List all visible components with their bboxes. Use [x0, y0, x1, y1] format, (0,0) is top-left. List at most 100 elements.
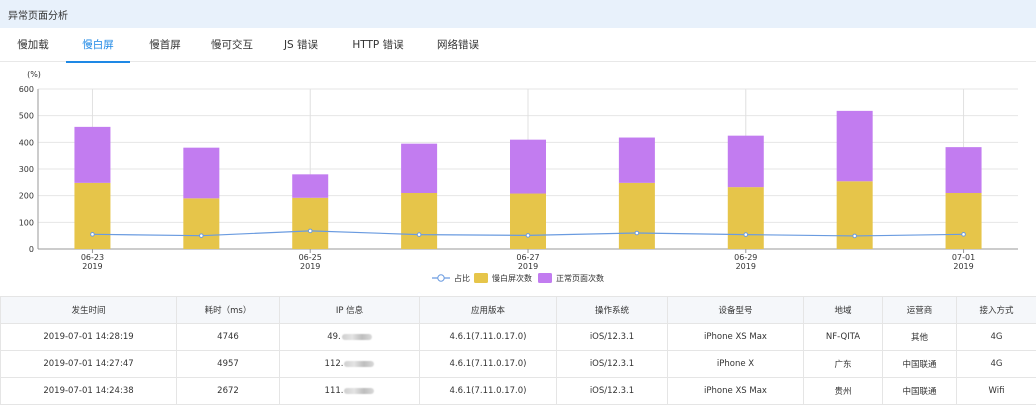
- y-tick-label: 0: [29, 245, 34, 254]
- col-header-device[interactable]: 设备型号: [668, 297, 804, 324]
- ip-prefix: 49.: [327, 332, 341, 342]
- x-tick-label: 06-27: [516, 253, 539, 262]
- bar-normal-page: [837, 111, 873, 181]
- col-header-time[interactable]: 发生时间: [1, 297, 177, 324]
- y-tick-label: 600: [19, 85, 34, 94]
- tab-slow-interactive[interactable]: 慢可交互: [200, 30, 264, 61]
- ratio-point: [417, 233, 421, 237]
- cell-time: 2019-07-01 14:27:47: [1, 351, 177, 378]
- col-header-ip[interactable]: IP 信息: [280, 297, 420, 324]
- bar-normal-page: [510, 140, 546, 194]
- tab-slow-first-screen[interactable]: 慢首屏: [138, 30, 192, 61]
- table-row[interactable]: 2019-07-01 14:27:47 4957 112. 4.6.1(7.11…: [1, 351, 1036, 378]
- bar-slow-white-screen: [292, 198, 328, 249]
- bar-normal-page: [74, 127, 110, 183]
- x-tick-label: 06-23: [81, 253, 104, 262]
- x-tick-year-label: 2019: [953, 262, 973, 271]
- bar-slow-white-screen: [183, 198, 219, 249]
- bar-slow-white-screen: [619, 183, 655, 249]
- cell-region: 广东: [804, 351, 883, 378]
- y-tick-label: 100: [19, 218, 34, 227]
- cell-time: 2019-07-01 14:28:19: [1, 324, 177, 351]
- cell-access: 4G: [957, 351, 1036, 378]
- cell-device: iPhone XS Max: [668, 378, 804, 405]
- ip-redacted: [344, 361, 374, 367]
- tab-slow-load[interactable]: 慢加载: [6, 30, 60, 61]
- bar-slow-white-screen: [728, 187, 764, 249]
- ratio-point: [308, 229, 312, 233]
- y-axis-unit-label: (%): [27, 70, 41, 79]
- cell-carrier: 其他: [883, 324, 957, 351]
- x-tick-label: 06-29: [734, 253, 757, 262]
- legend-swatch-slow: [474, 273, 488, 283]
- ip-redacted: [344, 388, 374, 394]
- bar-normal-page: [619, 138, 655, 183]
- bar-normal-page: [183, 148, 219, 199]
- bar-normal-page: [728, 136, 764, 187]
- legend-label-normal: 正常页面次数: [556, 273, 604, 283]
- table-row[interactable]: 2019-07-01 14:24:38 2672 111. 4.6.1(7.11…: [1, 378, 1036, 405]
- stacked-bar-chart: 0100200300400500600(%)06-23201906-252019…: [0, 62, 1036, 294]
- ratio-point: [853, 234, 857, 238]
- cell-device: iPhone X: [668, 351, 804, 378]
- tab-slow-white-screen[interactable]: 慢白屏: [66, 30, 130, 63]
- legend-ratio-marker: [438, 275, 444, 281]
- x-tick-year-label: 2019: [518, 262, 538, 271]
- ratio-point: [635, 231, 639, 235]
- ratio-point: [200, 234, 204, 238]
- cell-carrier: 中国联通: [883, 351, 957, 378]
- col-header-region[interactable]: 地域: [804, 297, 883, 324]
- cell-access: Wifi: [957, 378, 1036, 405]
- x-tick-label: 07-01: [952, 253, 975, 262]
- x-tick-year-label: 2019: [736, 262, 756, 271]
- ratio-point: [962, 233, 966, 237]
- legend-label-ratio: 占比: [454, 273, 470, 283]
- bar-slow-white-screen: [401, 193, 437, 249]
- x-tick-year-label: 2019: [82, 262, 102, 271]
- cell-os: iOS/12.3.1: [557, 324, 668, 351]
- ratio-point: [526, 234, 530, 238]
- ip-redacted: [342, 334, 372, 340]
- col-header-os[interactable]: 操作系统: [557, 297, 668, 324]
- tab-http-error[interactable]: HTTP 错误: [346, 30, 410, 61]
- ratio-point: [744, 233, 748, 237]
- tab-js-error[interactable]: JS 错误: [274, 30, 328, 61]
- bar-slow-white-screen: [946, 193, 982, 249]
- legend-swatch-normal: [538, 273, 552, 283]
- legend-label-slow: 慢白屏次数: [492, 273, 532, 283]
- ip-prefix: 111.: [325, 386, 344, 396]
- y-tick-label: 500: [19, 112, 34, 121]
- col-header-app-version[interactable]: 应用版本: [420, 297, 557, 324]
- tab-network-error[interactable]: 网络错误: [426, 30, 490, 61]
- bar-normal-page: [401, 144, 437, 193]
- cell-ip: 111.: [280, 378, 420, 405]
- bar-normal-page: [292, 174, 328, 197]
- bar-normal-page: [946, 147, 982, 193]
- cell-app-version: 4.6.1(7.11.0.17.0): [420, 378, 557, 405]
- y-tick-label: 200: [19, 192, 34, 201]
- cell-os: iOS/12.3.1: [557, 378, 668, 405]
- cell-os: iOS/12.3.1: [557, 351, 668, 378]
- cell-app-version: 4.6.1(7.11.0.17.0): [420, 324, 557, 351]
- cell-duration: 4957: [177, 351, 280, 378]
- col-header-duration[interactable]: 耗时（ms）: [177, 297, 280, 324]
- ip-prefix: 112.: [325, 359, 344, 369]
- cell-ip: 112.: [280, 351, 420, 378]
- cell-region: NF-QITA: [804, 324, 883, 351]
- cell-app-version: 4.6.1(7.11.0.17.0): [420, 351, 557, 378]
- ratio-point: [91, 233, 95, 237]
- col-header-carrier[interactable]: 运营商: [883, 297, 957, 324]
- cell-time: 2019-07-01 14:24:38: [1, 378, 177, 405]
- cell-duration: 2672: [177, 378, 280, 405]
- cell-duration: 4746: [177, 324, 280, 351]
- table-row[interactable]: 2019-07-01 14:28:19 4746 49. 4.6.1(7.11.…: [1, 324, 1036, 351]
- cell-access: 4G: [957, 324, 1036, 351]
- x-tick-label: 06-25: [299, 253, 322, 262]
- cell-device: iPhone XS Max: [668, 324, 804, 351]
- col-header-access[interactable]: 接入方式: [957, 297, 1036, 324]
- y-tick-label: 400: [19, 138, 34, 147]
- records-table: 发生时间 耗时（ms） IP 信息 应用版本 操作系统 设备型号 地域 运营商 …: [0, 296, 1036, 405]
- table-header-row: 发生时间 耗时（ms） IP 信息 应用版本 操作系统 设备型号 地域 运营商 …: [1, 297, 1036, 324]
- page-title: 异常页面分析: [8, 7, 68, 22]
- cell-ip: 49.: [280, 324, 420, 351]
